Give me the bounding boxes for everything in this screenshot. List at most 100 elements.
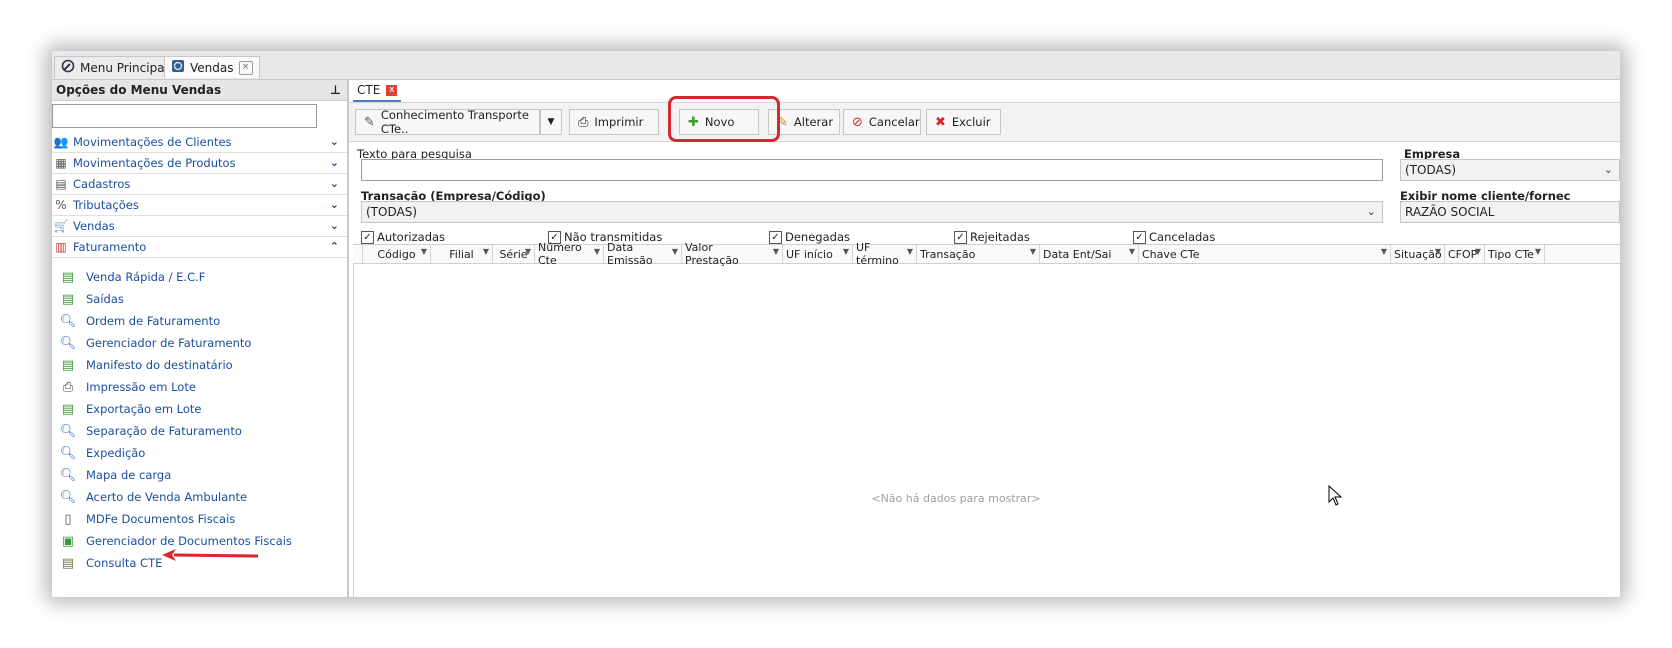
filter-icon[interactable]: ▼ xyxy=(1381,247,1387,256)
imprimir-button[interactable]: ⎙ Imprimir xyxy=(569,109,659,135)
column-serie[interactable]: Série ▼ xyxy=(493,245,535,263)
magnifier-icon: 🔍︎ xyxy=(59,489,77,505)
sidebar-item-separacao-faturamento[interactable]: 🔍︎ Separação de Faturamento xyxy=(52,420,347,442)
item-label: Saídas xyxy=(86,292,124,306)
select-value: (TODAS) xyxy=(1405,163,1456,177)
book-icon: ▤ xyxy=(55,177,67,191)
empresa-select[interactable]: (TODAS) ⌄ xyxy=(1400,159,1620,181)
excluir-button[interactable]: ✖ Excluir xyxy=(926,109,1001,135)
book-icon: ▯ xyxy=(64,511,72,527)
checkbox-label: Autorizadas xyxy=(377,230,446,244)
checkmark-icon: ✓ xyxy=(954,230,967,244)
column-cfop[interactable]: CFOP ▼ xyxy=(1445,245,1485,263)
item-label: Expedição xyxy=(86,446,146,460)
sidebar-search-input[interactable] xyxy=(52,104,317,128)
sidebar-group-vendas[interactable]: 🛒 Vendas ⌄ xyxy=(52,216,347,237)
sidebar-group-cadastros[interactable]: ▤ Cadastros ⌄ xyxy=(52,174,347,195)
filter-icon[interactable]: ▼ xyxy=(1435,247,1441,256)
filter-icon[interactable]: ▼ xyxy=(594,247,600,256)
item-label: MDFe Documentos Fiscais xyxy=(86,512,236,526)
filter-icon[interactable]: ▼ xyxy=(525,247,531,256)
column-situacao[interactable]: Situação ▼ xyxy=(1391,245,1445,263)
sidebar-group-movimentacoes-produtos[interactable]: ▦ Movimentações de Produtos ⌄ xyxy=(52,153,347,174)
chevron-down-icon[interactable]: ⌄ xyxy=(330,177,339,190)
tab-label: CTE xyxy=(357,83,381,97)
column-transacao[interactable]: Transação ▼ xyxy=(917,245,1040,263)
app-window: Menu Principal Vendas × Opções do Menu V… xyxy=(52,51,1620,597)
add-document-icon: ▤ xyxy=(61,291,75,307)
column-codigo[interactable]: Código ▼ xyxy=(363,245,431,263)
filter-icon[interactable]: ▼ xyxy=(1475,247,1481,256)
pin-icon[interactable]: ⊥ xyxy=(330,83,341,97)
filter-icon[interactable]: ▼ xyxy=(1030,247,1036,256)
chevron-down-icon[interactable]: ⌄ xyxy=(330,198,339,211)
column-filial[interactable]: Filial ▼ xyxy=(431,245,493,263)
sidebar-item-exportacao-lote[interactable]: ▤ Exportação em Lote xyxy=(52,398,347,420)
sidebar-item-mdfe[interactable]: ▯ MDFe Documentos Fiscais xyxy=(52,508,347,530)
sidebar-item-acerto-venda-ambulante[interactable]: 🔍︎ Acerto de Venda Ambulante xyxy=(52,486,347,508)
item-label: Mapa de carga xyxy=(86,468,172,482)
sidebar-item-ordem-faturamento[interactable]: 🔍︎ Ordem de Faturamento xyxy=(52,310,347,332)
select-value: RAZÃO SOCIAL xyxy=(1405,205,1495,219)
filter-icon[interactable]: ▼ xyxy=(483,247,489,256)
column-numero-cte[interactable]: Número Cte ▼ xyxy=(535,241,604,267)
column-data-emissao[interactable]: Data Emissão ▼ xyxy=(604,241,682,267)
checkmark-icon: ✓ xyxy=(1133,230,1146,244)
sidebar-group-tributacoes[interactable]: % Tributações ⌄ xyxy=(52,195,347,216)
filter-icon[interactable]: ▼ xyxy=(1129,247,1135,256)
sidebar-item-gerenciador-faturamento[interactable]: 🔍︎ Gerenciador de Faturamento xyxy=(52,332,347,354)
tab-menu-principal[interactable]: Menu Principal xyxy=(54,56,175,78)
column-valor-prestacao[interactable]: Valor Prestação ▼ xyxy=(682,241,783,267)
search-input[interactable] xyxy=(361,159,1383,181)
checkbox-canceladas[interactable]: ✓ Canceladas xyxy=(1133,230,1215,244)
chevron-down-icon[interactable]: ⌄ xyxy=(330,156,339,169)
exibir-select[interactable]: RAZÃO SOCIAL xyxy=(1400,201,1620,223)
sidebar-item-expedicao[interactable]: 🔍︎ Expedição xyxy=(52,442,347,464)
main-panel: CTE x ✎ Conhecimento Transporte CTe.. ▼ … xyxy=(349,80,1620,597)
filter-icon[interactable]: ▼ xyxy=(421,247,427,256)
novo-highlight-annotation xyxy=(668,96,780,142)
column-uf-inicio[interactable]: UF início ▼ xyxy=(783,245,853,263)
column-tipo-cte[interactable]: Tipo CTe ▼ xyxy=(1485,245,1545,263)
item-label: Ordem de Faturamento xyxy=(86,314,221,328)
grid-indicator-column xyxy=(353,245,363,263)
sidebar-header: Opções do Menu Vendas ⊥ xyxy=(52,80,347,101)
conhecimento-transporte-button[interactable]: ✎ Conhecimento Transporte CTe.. xyxy=(355,108,540,136)
column-chave-cte[interactable]: Chave CTe ▼ xyxy=(1139,245,1391,263)
checkbox-rejeitadas[interactable]: ✓ Rejeitadas xyxy=(954,230,1030,244)
item-label: Consulta CTE xyxy=(86,556,163,570)
chevron-down-icon[interactable]: ⌄ xyxy=(330,135,339,148)
sidebar-group-movimentacoes-clientes[interactable]: 👥 Movimentações de Clientes ⌄ xyxy=(52,132,347,153)
sidebar-group-faturamento[interactable]: ▥ Faturamento ⌃ xyxy=(52,237,347,258)
filter-icon[interactable]: ▼ xyxy=(843,247,849,256)
cte-document-icon: ▤ xyxy=(61,555,75,571)
filter-icon[interactable]: ▼ xyxy=(672,247,678,256)
dropdown-button[interactable]: ▼ xyxy=(540,109,562,135)
checkbox-autorizadas[interactable]: ✓ Autorizadas xyxy=(361,230,445,244)
tab-cte[interactable]: CTE x xyxy=(353,80,402,102)
filter-icon[interactable]: ▼ xyxy=(907,247,913,256)
sidebar-item-mapa-carga[interactable]: 🔍︎ Mapa de carga xyxy=(52,464,347,486)
sidebar-item-venda-rapida[interactable]: ▤ Venda Rápida / E.C.F xyxy=(52,266,347,288)
cart-icon: 🛒 xyxy=(53,219,69,233)
add-document-icon: ▤ xyxy=(61,357,75,373)
sidebar-item-impressao-lote[interactable]: ⎙ Impressão em Lote xyxy=(52,376,347,398)
cancelar-button[interactable]: ⊘ Cancelar xyxy=(843,109,921,135)
close-icon[interactable]: × xyxy=(238,60,253,75)
checkbox-denegadas[interactable]: ✓ Denegadas xyxy=(769,230,850,244)
sidebar-item-manifesto-destinatario[interactable]: ▤ Manifesto do destinatário xyxy=(52,354,347,376)
column-data-ent-sai[interactable]: Data Ent/Sai ▼ xyxy=(1040,245,1139,263)
transacao-select[interactable]: (TODAS) ⌄ xyxy=(361,201,1383,223)
filter-icon[interactable]: ▼ xyxy=(1535,247,1541,256)
chevron-down-icon[interactable]: ⌄ xyxy=(330,219,339,232)
filter-icon[interactable]: ▼ xyxy=(773,247,779,256)
chevron-up-icon[interactable]: ⌃ xyxy=(330,240,339,253)
invoice-icon: ▥ xyxy=(55,240,67,254)
checkbox-label: Denegadas xyxy=(785,230,850,244)
column-label: Série xyxy=(499,247,528,261)
item-label: Acerto de Venda Ambulante xyxy=(86,490,248,504)
close-icon[interactable]: x xyxy=(386,84,398,96)
sidebar-item-saidas[interactable]: ▤ Saídas xyxy=(52,288,347,310)
tab-vendas[interactable]: Vendas × xyxy=(164,56,260,78)
column-uf-termino[interactable]: UF término ▼ xyxy=(853,241,917,267)
